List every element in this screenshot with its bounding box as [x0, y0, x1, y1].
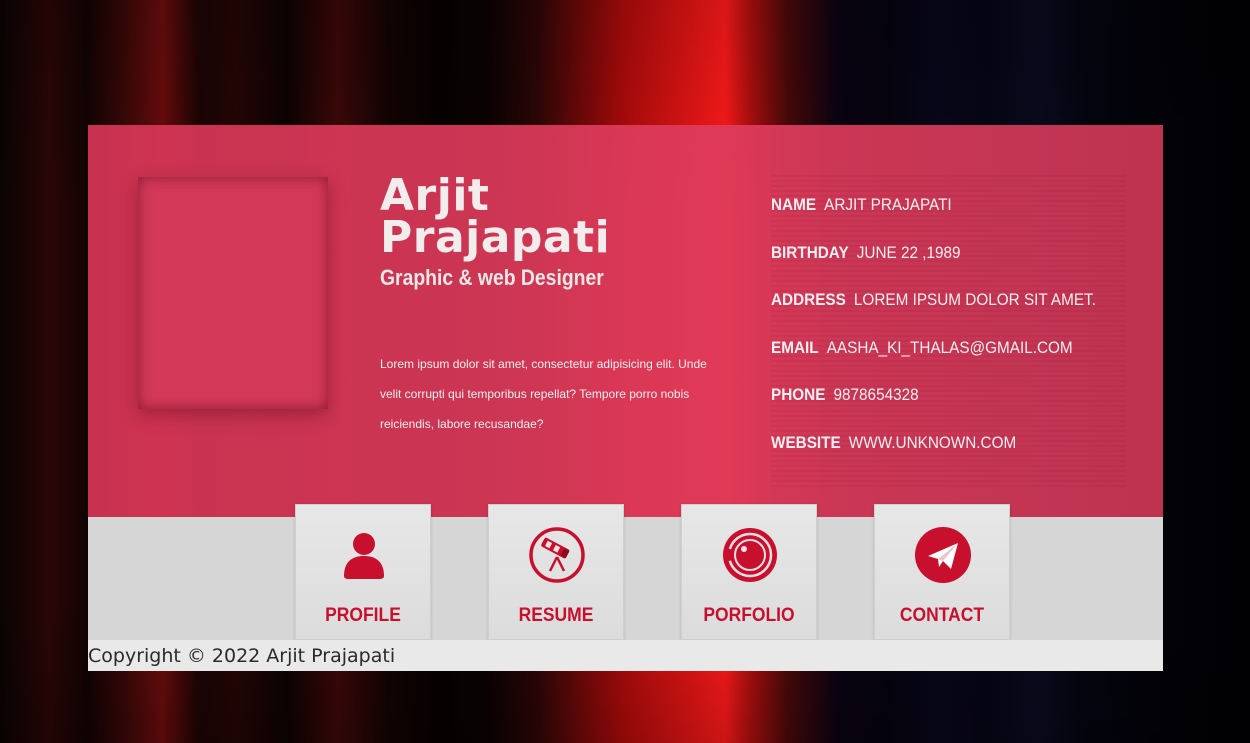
- info-value: JUNE 22 ,1989: [856, 242, 961, 262]
- info-value: LOREM IPSUM DOLOR SIT AMET.: [853, 290, 1096, 309]
- nav-contact-label: CONTACT: [899, 605, 985, 626]
- nav-contact-button[interactable]: CONTACT: [874, 504, 1010, 640]
- info-label: BIRTHDAY: [771, 242, 849, 262]
- nav-profile-label: PROFILE: [325, 605, 401, 626]
- info-row-phone: PHONE 9878654328: [771, 365, 1091, 413]
- paper-plane-icon: [915, 527, 971, 583]
- info-label: NAME: [771, 195, 817, 214]
- info-list: NAME ARJIT PRAJAPATI BIRTHDAY JUNE 22 ,198…: [771, 175, 1126, 487]
- info-row-address: ADDRESS LOREM IPSUM DOLOR SIT AMET.: [771, 270, 1096, 318]
- profile-name: Arjit Prajapati: [380, 174, 610, 260]
- info-row-birthday: BIRTHDAY JUNE 22 ,1989: [771, 223, 1091, 271]
- info-label: PHONE: [771, 385, 826, 404]
- footer: Copyright © 2022 Arjit Prajapati: [88, 640, 1163, 671]
- info-label: EMAIL: [771, 337, 819, 357]
- nav-bar: PROFILE RESUME PORFOLIO CONTACT: [88, 504, 1163, 640]
- profile-role: Graphic & web Designer: [380, 265, 604, 290]
- info-row-website: WEBSITE WWW.UNKNOWN.COM: [771, 413, 1091, 461]
- info-label: ADDRESS: [771, 290, 846, 309]
- user-icon: [344, 533, 384, 579]
- info-label: WEBSITE: [771, 432, 841, 452]
- info-value: 9878654328: [833, 385, 919, 404]
- profile-name-line2: Prajapati: [380, 212, 611, 263]
- telescope-icon: [529, 527, 585, 583]
- copyright-text: Copyright © 2022 Arjit Prajapati: [88, 645, 396, 667]
- profile-bio: Lorem ipsum dolor sit amet, consectetur …: [380, 357, 707, 431]
- info-value: WWW.UNKNOWN.COM: [848, 432, 1017, 452]
- info-row-name: NAME ARJIT PRAJAPATI: [771, 175, 1091, 223]
- nav-portfolio-label: PORFOLIO: [703, 605, 795, 626]
- profile-card: Arjit Prajapati Graphic & web Designer L…: [88, 125, 1163, 517]
- info-row-email: EMAIL AASHA_KI_THALAS@GMAIL.COM: [771, 318, 1091, 366]
- portfolio-icon: [723, 528, 777, 582]
- info-value: ARJIT PRAJAPATI: [824, 195, 952, 214]
- nav-profile-button[interactable]: PROFILE: [295, 504, 431, 640]
- nav-resume-button[interactable]: RESUME: [488, 504, 624, 640]
- info-value: AASHA_KI_THALAS@GMAIL.COM: [826, 337, 1073, 357]
- nav-portfolio-button[interactable]: PORFOLIO: [681, 504, 817, 640]
- profile-photo: [138, 177, 328, 409]
- nav-resume-label: RESUME: [518, 605, 594, 626]
